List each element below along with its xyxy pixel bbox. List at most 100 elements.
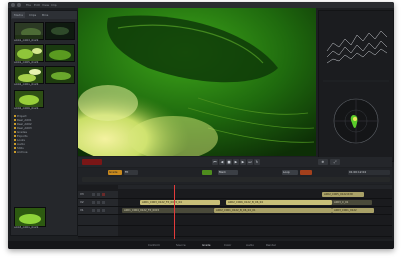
audio-track-row — [78, 226, 392, 237]
track-header: V1 — [78, 207, 118, 214]
close-window-icon[interactable] — [11, 3, 15, 7]
track-header — [78, 215, 118, 225]
timeline-clip[interactable]: A002_C005_0122.R3D — [322, 192, 364, 197]
scopes-graphics — [323, 25, 389, 144]
menu-view[interactable]: View — [42, 2, 49, 8]
timeline-clip[interactable]: A002_C006_0122_B_06_04 — [226, 200, 332, 205]
timecode-readout: 01:00:12:04 — [348, 170, 390, 175]
color-swatch[interactable] — [202, 170, 212, 175]
transport-bar: ⏮ ◀ ■ ▶ ▶ ⏭ ↻ ⊕ ⤢ — [78, 157, 392, 167]
fit-icon[interactable]: ⤢ — [330, 159, 340, 165]
folder-icon — [14, 123, 16, 125]
page-tabs-bar: Conform Source Grade Color Audio Render — [8, 241, 394, 249]
track-header: V3 — [78, 191, 118, 198]
page-tab-audio[interactable]: Audio — [246, 243, 254, 247]
folder-icon — [14, 151, 16, 153]
stop-icon[interactable]: ■ — [226, 159, 232, 165]
thumbnail-image — [15, 91, 43, 107]
menu-clip[interactable]: Clip — [51, 2, 57, 8]
timeline-clip[interactable]: A003_C001_0122 — [332, 208, 374, 213]
eye-icon[interactable] — [97, 209, 100, 212]
tab-bins[interactable]: Bins — [40, 12, 50, 18]
timeline-clip[interactable]: A001_C003_0122_FX_0015_04 — [140, 200, 220, 205]
solo-icon[interactable] — [102, 201, 105, 204]
tree-item[interactable]: Archive — [14, 151, 27, 154]
thumbnail-image — [15, 23, 43, 39]
playhead[interactable] — [174, 185, 175, 239]
page-tab-color[interactable]: Color — [224, 243, 231, 247]
solo-icon[interactable] — [102, 209, 105, 212]
timeline-panel: V3 A002_C005_0122.R3D V2 A001_C003_0122_… — [78, 185, 392, 239]
eye-icon[interactable] — [97, 201, 100, 204]
thumbnail-label: A002_C006_0122 — [14, 106, 39, 110]
step-forward-icon[interactable]: ▶ — [240, 159, 246, 165]
fit-chip[interactable]: Fit — [124, 170, 138, 175]
thumbnail-image — [15, 45, 43, 61]
page-tab-conform[interactable]: Conform — [148, 243, 160, 247]
menu-edit[interactable]: Edit — [34, 2, 40, 8]
mark-chip[interactable]: Mark — [218, 170, 238, 175]
thumbnail-label: A003_C001_0122 — [14, 225, 39, 229]
record-indicator[interactable] — [82, 159, 102, 165]
thumbnail-label: A001_C003_0122 — [14, 38, 39, 42]
timeline-clip[interactable]: A001_C004_0122_FX_0015 — [122, 208, 214, 213]
flag-chip[interactable] — [300, 170, 312, 175]
track-name: V1 — [80, 208, 84, 212]
folder-icon — [14, 135, 16, 137]
zoom-icon[interactable]: ⊕ — [318, 159, 328, 165]
browser-tabs: Media Clips Bins — [11, 11, 77, 19]
audio-track-row — [78, 215, 392, 226]
scopes-panel — [318, 10, 394, 162]
solo-icon[interactable] — [102, 193, 105, 196]
loop-icon[interactable]: ↻ — [254, 159, 260, 165]
thumbnail-image — [46, 45, 74, 61]
page-tab-grade[interactable]: Grade — [202, 243, 211, 247]
minimize-window-icon[interactable] — [17, 3, 21, 7]
mini-timeline[interactable] — [82, 177, 390, 182]
lock-icon[interactable] — [92, 209, 95, 212]
folder-icon — [14, 131, 16, 133]
clip-thumbnail[interactable] — [45, 66, 75, 84]
folder-icon — [14, 119, 16, 121]
media-browser-panel: Media Clips Bins A001_C003_0122 A001_C00… — [10, 10, 78, 236]
folder-icon — [14, 143, 16, 145]
thumbnail-image — [46, 67, 74, 83]
track-header — [78, 226, 118, 236]
step-back-icon[interactable]: ◀ — [219, 159, 225, 165]
thumbnail-label: A001_C005_0122 — [14, 60, 39, 64]
menu-file[interactable]: File — [26, 2, 31, 8]
go-to-start-icon[interactable]: ⏮ — [212, 159, 218, 165]
clip-thumbnail[interactable] — [14, 207, 46, 227]
eye-icon[interactable] — [97, 193, 100, 196]
vectorscope — [333, 98, 379, 144]
lock-icon[interactable] — [92, 193, 95, 196]
page-tab-source[interactable]: Source — [176, 243, 186, 247]
app-window: File Edit View Clip Media Clips Bins A00… — [8, 2, 394, 249]
viewer-frame — [63, 8, 316, 163]
clip-thumbnail[interactable] — [45, 44, 75, 62]
thumbnail-image — [46, 23, 74, 39]
timeline-clip[interactable]: A002_C001_0122_B_06_04_01 — [214, 208, 332, 213]
tab-media[interactable]: Media — [12, 12, 26, 18]
loop-chip[interactable]: Loop — [282, 170, 298, 175]
track-row: V2 A001_C003_0122_FX_0015_04 A002_C006_0… — [78, 199, 392, 207]
folder-icon — [14, 115, 16, 117]
track-header: V2 — [78, 199, 118, 206]
thumbnail-label: A002_C001_0122 — [14, 82, 39, 86]
image-viewer[interactable] — [63, 8, 316, 163]
go-to-end-icon[interactable]: ⏭ — [247, 159, 253, 165]
thumbnail-image — [15, 67, 43, 83]
folder-icon — [14, 139, 16, 141]
grade-chip[interactable]: Grade — [108, 170, 122, 175]
play-icon[interactable]: ▶ — [233, 159, 239, 165]
track-name: V2 — [80, 200, 84, 204]
timeline-ruler[interactable] — [118, 185, 392, 189]
tab-clips[interactable]: Clips — [27, 12, 38, 18]
page-tab-render[interactable]: Render — [266, 243, 276, 247]
timeline-clip[interactable]: A003_C_01 — [332, 200, 372, 205]
clip-thumbnail[interactable] — [45, 22, 75, 40]
lock-icon[interactable] — [92, 201, 95, 204]
track-row: V1 A001_C004_0122_FX_0015 A002_C001_0122… — [78, 207, 392, 215]
track-row: V3 A002_C005_0122.R3D — [78, 191, 392, 199]
folder-icon — [14, 147, 16, 149]
